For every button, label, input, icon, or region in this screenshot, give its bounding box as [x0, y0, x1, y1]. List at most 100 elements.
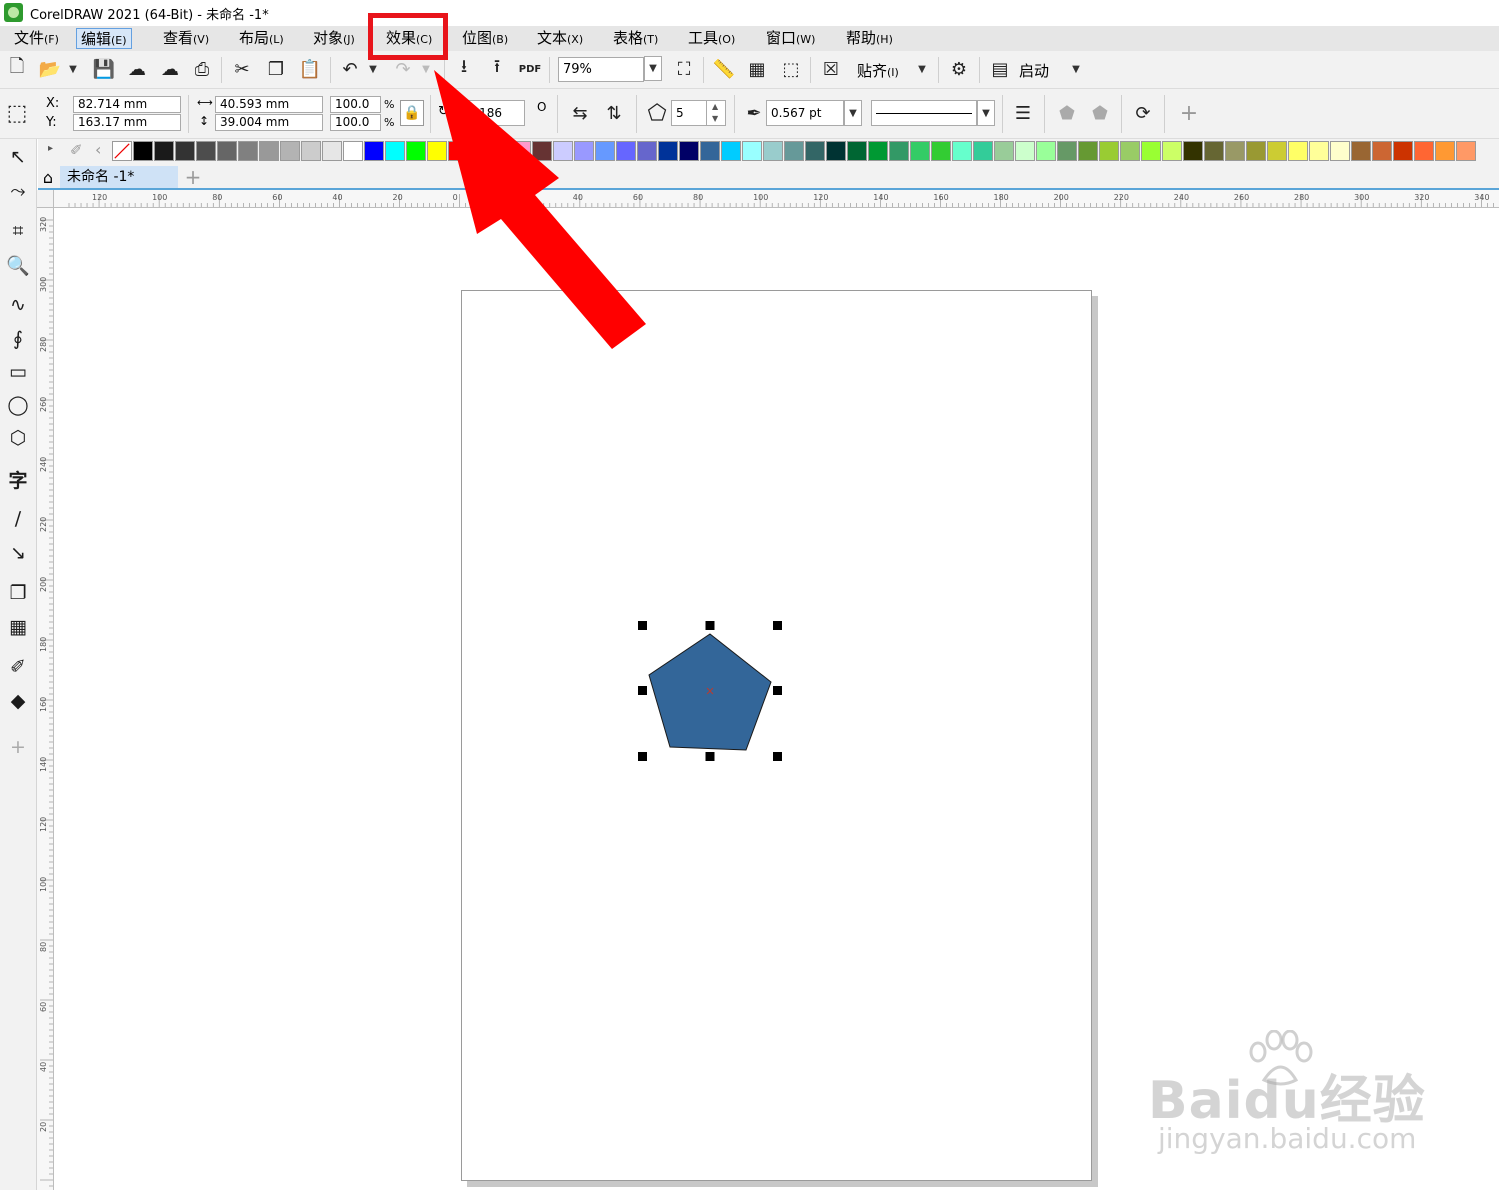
- x-position-field[interactable]: 82.714 mm: [73, 96, 181, 113]
- palette-swatch[interactable]: [637, 141, 657, 161]
- palette-swatch[interactable]: [679, 141, 699, 161]
- document-tab[interactable]: 未命名 -1*: [60, 166, 178, 188]
- shape-tool-icon[interactable]: ⤳: [4, 177, 32, 205]
- transparency-tool-icon[interactable]: ▦: [4, 613, 32, 641]
- palette-swatch[interactable]: [1057, 141, 1077, 161]
- vertical-ruler[interactable]: 320 300 280 260 240 220 200 180 160 140 120 100 80 60…: [37, 208, 54, 1190]
- palette-swatch[interactable]: [658, 141, 678, 161]
- palette-swatch[interactable]: [385, 141, 405, 161]
- selected-pentagon-group[interactable]: [630, 615, 790, 770]
- outline-width-dropdown-icon[interactable]: ▼: [844, 100, 862, 126]
- selection-handle-top-left[interactable]: [638, 621, 647, 630]
- pick-tool-icon[interactable]: ↖: [4, 143, 32, 171]
- palette-swatch[interactable]: [259, 141, 279, 161]
- palette-scroll-left-icon[interactable]: ‹: [95, 140, 101, 159]
- palette-swatch[interactable]: [175, 141, 195, 161]
- zoom-to-page-icon[interactable]: ⛶: [671, 56, 697, 82]
- menu-help[interactable]: 帮助(H): [842, 28, 897, 49]
- selection-handle-right[interactable]: [773, 686, 782, 695]
- menu-object[interactable]: 对象(J): [309, 28, 359, 49]
- eyedropper-icon[interactable]: ✐: [70, 141, 83, 159]
- palette-swatch[interactable]: [742, 141, 762, 161]
- palette-swatch[interactable]: [406, 141, 426, 161]
- drop-shadow-tool-icon[interactable]: ❐: [4, 579, 32, 607]
- palette-swatch[interactable]: [1204, 141, 1224, 161]
- export-pdf-icon[interactable]: PDF: [517, 56, 543, 82]
- palette-swatch[interactable]: [574, 141, 594, 161]
- palette-swatch[interactable]: [973, 141, 993, 161]
- show-guidelines-icon[interactable]: ⬚: [778, 56, 804, 82]
- palette-swatch[interactable]: [154, 141, 174, 161]
- copy-icon[interactable]: ❐: [263, 56, 289, 82]
- selection-handle-top-right[interactable]: [773, 621, 782, 630]
- palette-swatch[interactable]: [1183, 141, 1203, 161]
- palette-swatch[interactable]: [1435, 141, 1455, 161]
- scale-x-field[interactable]: 100.0: [330, 96, 381, 113]
- ruler-origin[interactable]: [37, 190, 54, 208]
- convert-to-curves-icon[interactable]: ⟳: [1130, 100, 1156, 126]
- freehand-tool-icon[interactable]: ∿: [4, 291, 32, 319]
- palette-swatch[interactable]: [1078, 141, 1098, 161]
- outline-width-field[interactable]: 0.567 pt: [766, 100, 844, 126]
- cloud-upload-icon[interactable]: ☁: [157, 56, 183, 82]
- palette-swatch[interactable]: [217, 141, 237, 161]
- palette-swatch[interactable]: [868, 141, 888, 161]
- selection-handle-top[interactable]: [705, 621, 715, 630]
- menu-view[interactable]: 查看(V): [159, 28, 213, 49]
- palette-swatch[interactable]: [1456, 141, 1476, 161]
- paste-icon[interactable]: 📋: [297, 56, 323, 82]
- mirror-horizontal-icon[interactable]: ⇆: [567, 100, 593, 126]
- menu-edit[interactable]: 编辑(E): [76, 28, 132, 49]
- palette-swatch[interactable]: [322, 141, 342, 161]
- save-icon[interactable]: 💾: [91, 56, 117, 82]
- undo-icon[interactable]: ↶: [337, 56, 363, 82]
- crop-tool-icon[interactable]: ⌗: [4, 217, 32, 245]
- palette-swatch[interactable]: [889, 141, 909, 161]
- rectangle-tool-icon[interactable]: ▭: [4, 358, 32, 386]
- line-style-dropdown-icon[interactable]: ▼: [977, 100, 995, 126]
- palette-swatch[interactable]: [196, 141, 216, 161]
- palette-swatch[interactable]: [700, 141, 720, 161]
- palette-swatch[interactable]: [931, 141, 951, 161]
- palette-swatch[interactable]: [1246, 141, 1266, 161]
- selection-handle-bottom-right[interactable]: [773, 752, 782, 761]
- menu-file[interactable]: 文件(F): [10, 28, 63, 49]
- palette-swatch[interactable]: [490, 141, 510, 161]
- palette-swatch[interactable]: [1372, 141, 1392, 161]
- palette-swatch[interactable]: [1267, 141, 1287, 161]
- zoom-tool-icon[interactable]: 🔍: [4, 251, 32, 279]
- palette-swatch[interactable]: [301, 141, 321, 161]
- add-control-icon[interactable]: +: [1176, 100, 1202, 126]
- zoom-dropdown-icon[interactable]: ▼: [644, 56, 662, 81]
- palette-options-icon[interactable]: ▸: [48, 143, 53, 154]
- palette-swatch[interactable]: [1225, 141, 1245, 161]
- line-style-field[interactable]: [871, 100, 977, 126]
- color-eyedropper-tool-icon[interactable]: ✐: [4, 653, 32, 681]
- palette-swatch[interactable]: [553, 141, 573, 161]
- palette-swatch[interactable]: [847, 141, 867, 161]
- show-grid-icon[interactable]: ▦: [744, 56, 770, 82]
- reference-point-icon[interactable]: ⬚: [4, 100, 30, 126]
- palette-swatch[interactable]: [469, 141, 489, 161]
- horizontal-ruler[interactable]: 120 100 80 60 40 20 0 20 40 60 80 100 120 140 160 180 20…: [54, 190, 1499, 208]
- palette-swatch[interactable]: [994, 141, 1014, 161]
- menu-tools[interactable]: 工具(O): [684, 28, 739, 49]
- selection-handle-left[interactable]: [638, 686, 647, 695]
- palette-swatch[interactable]: [616, 141, 636, 161]
- palette-swatch[interactable]: [280, 141, 300, 161]
- object-height-field[interactable]: 39.004 mm: [215, 114, 323, 131]
- y-position-field[interactable]: 163.17 mm: [73, 114, 181, 131]
- palette-swatch[interactable]: [1141, 141, 1161, 161]
- palette-swatch[interactable]: [364, 141, 384, 161]
- polygon-points-field[interactable]: 5: [671, 100, 707, 126]
- artistic-media-tool-icon[interactable]: ∮: [4, 325, 32, 353]
- menu-bitmaps[interactable]: 位图(B): [458, 28, 512, 49]
- palette-swatch[interactable]: [1162, 141, 1182, 161]
- palette-swatch[interactable]: [1351, 141, 1371, 161]
- palette-swatch[interactable]: [1309, 141, 1329, 161]
- menu-table[interactable]: 表格(T): [609, 28, 662, 49]
- selection-handle-bottom[interactable]: [705, 752, 715, 761]
- interactive-fill-tool-icon[interactable]: ◆: [4, 687, 32, 715]
- mirror-vertical-icon[interactable]: ⇅: [601, 100, 627, 126]
- snap-to-menu[interactable]: 贴齐(I): [857, 60, 899, 81]
